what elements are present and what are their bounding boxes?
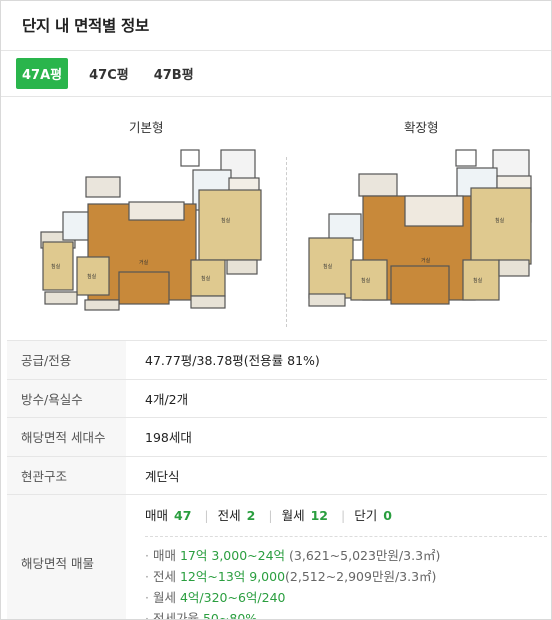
separator: | bbox=[268, 508, 273, 523]
listing-counts: 매매 47 | 전세 2 | 월세 12 | 단기 0 bbox=[145, 505, 547, 524]
count-jeonse[interactable]: 전세 2 bbox=[218, 508, 258, 523]
tab-47b[interactable]: 47B평 bbox=[151, 59, 197, 88]
list-item: 전세가율 50~80% bbox=[145, 608, 547, 619]
svg-text:침실: 침실 bbox=[87, 273, 97, 280]
svg-text:침실: 침실 bbox=[201, 275, 211, 282]
extended-floor-plan-image[interactable]: 거실 침실 침실 침실 침실 bbox=[301, 142, 546, 312]
listings-cell: 매매47 | 전세2 | 월세12 | 단기0 매매 17억 3,000~24억 (3,62… bbox=[126, 494, 547, 619]
table-row: 공급/전용 47.77평/38.78평(전용률 81%) bbox=[7, 340, 547, 379]
svg-text:침실: 침실 bbox=[495, 217, 505, 224]
floor-plans: 기본형 확장형 거실 침실 침실 침실 침실 거실 침실 침실 침실 침실 bbox=[1, 97, 551, 340]
households-label: 해당면적 세대수 bbox=[7, 417, 126, 456]
supply-value: 47.77평/38.78평(전용률 81%) bbox=[126, 340, 547, 379]
list-item: 월세 4억/320~6억/240 bbox=[145, 587, 547, 608]
rooms-value: 4개/2개 bbox=[126, 378, 547, 418]
count-sale[interactable]: 매매 47 bbox=[145, 508, 193, 523]
svg-text:침실: 침실 bbox=[473, 277, 483, 284]
svg-text:거실: 거실 bbox=[139, 259, 149, 266]
basic-plan-title: 기본형 bbox=[129, 120, 164, 135]
count-monthly[interactable]: 월세 12 bbox=[282, 508, 330, 523]
list-item: 매매 17억 3,000~24억 (3,621~5,023만원/3.3㎡) bbox=[145, 545, 547, 566]
list-item: 전세 12억~13억 9,000(2,512~2,909만원/3.3㎡) bbox=[145, 566, 547, 587]
separator: | bbox=[204, 508, 209, 523]
table-row: 해당면적 매물 매매47 | 전세2 | 월세12 | 단기0 매매 17억 3,000~2… bbox=[7, 494, 547, 619]
panel-title: 단지 내 면적별 정보 bbox=[22, 17, 149, 35]
table-row: 방수/욕실수 4개/2개 bbox=[7, 378, 547, 418]
households-value: 198세대 bbox=[126, 417, 547, 456]
svg-text:침실: 침실 bbox=[361, 277, 371, 284]
svg-text:침실: 침실 bbox=[51, 263, 61, 270]
listings-label: 해당면적 매물 bbox=[7, 494, 126, 619]
svg-text:거실: 거실 bbox=[421, 257, 431, 264]
table-row: 해당면적 세대수 198세대 bbox=[7, 417, 547, 456]
area-info-table: 공급/전용 47.77평/38.78평(전용률 81%) 방수/욕실수 4개/2… bbox=[7, 340, 547, 619]
table-row: 현관구조 계단식 bbox=[7, 455, 547, 495]
area-tabs: 47A평 47C평 47B평 bbox=[1, 51, 551, 97]
entrance-value: 계단식 bbox=[126, 455, 547, 495]
supply-label: 공급/전용 bbox=[7, 340, 126, 379]
area-info-panel: 단지 내 면적별 정보 47A평 47C평 47B평 기본형 확장형 거실 침실… bbox=[0, 0, 552, 620]
tab-47a[interactable]: 47A평 bbox=[16, 58, 69, 89]
listing-price-list: 매매 17억 3,000~24억 (3,621~5,023만원/3.3㎡) 전세… bbox=[145, 537, 547, 619]
extended-plan-title: 확장형 bbox=[404, 120, 439, 135]
svg-text:침실: 침실 bbox=[323, 263, 333, 270]
plan-divider bbox=[286, 157, 287, 327]
tab-47c[interactable]: 47C평 bbox=[86, 59, 132, 88]
rooms-label: 방수/욕실수 bbox=[7, 378, 126, 418]
entrance-label: 현관구조 bbox=[7, 455, 126, 495]
separator: | bbox=[341, 508, 346, 523]
panel-header: 단지 내 면적별 정보 bbox=[1, 1, 551, 51]
svg-text:침실: 침실 bbox=[221, 217, 231, 224]
count-short[interactable]: 단기 0 bbox=[354, 508, 394, 523]
basic-floor-plan-image[interactable]: 거실 침실 침실 침실 침실 bbox=[31, 142, 271, 312]
